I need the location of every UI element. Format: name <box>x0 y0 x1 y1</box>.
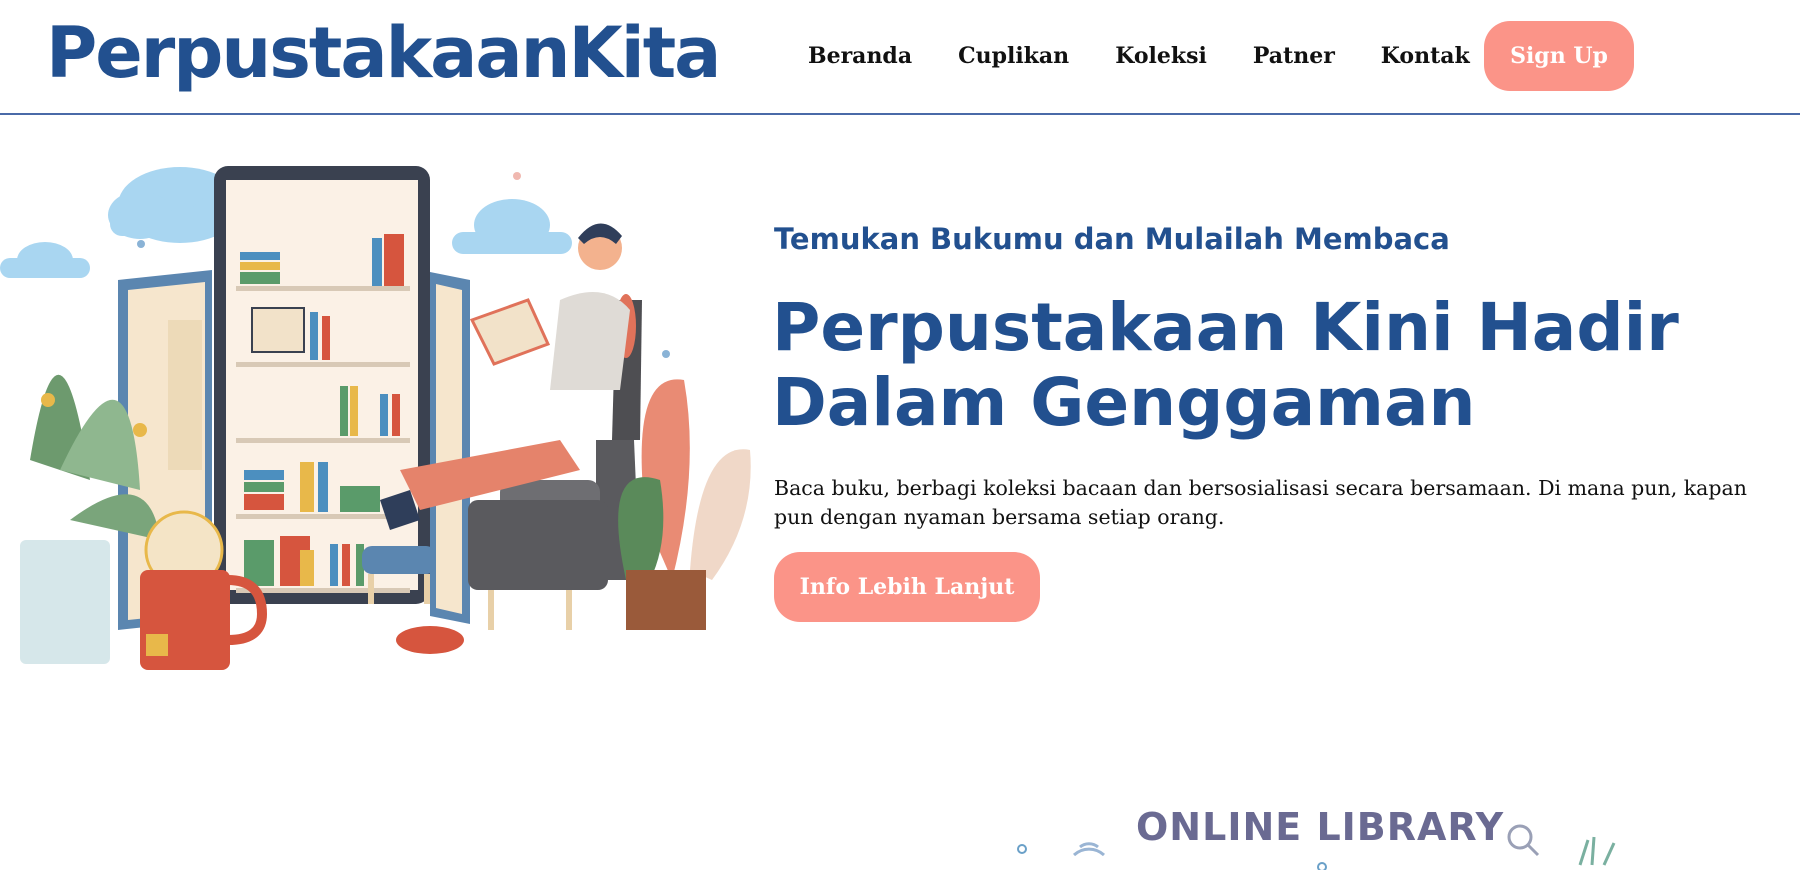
hero-illustration <box>0 140 770 700</box>
nav-link-cuplikan[interactable]: Cuplikan <box>958 43 1069 69</box>
main-nav: Beranda Cuplikan Koleksi Patner Kontak <box>808 20 1516 92</box>
more-info-button[interactable]: Info Lebih Lanjut <box>774 552 1040 622</box>
nav-link-patner[interactable]: Patner <box>1253 43 1335 69</box>
online-library-title: ONLINE LIBRARY <box>1136 805 1505 849</box>
hero-description: Baca buku, berbagi koleksi bacaan dan be… <box>774 476 1747 529</box>
brand-logo[interactable]: PerpustakaanKita <box>46 18 721 88</box>
nav-link-kontak[interactable]: Kontak <box>1381 43 1470 69</box>
nav-link-koleksi[interactable]: Koleksi <box>1115 43 1207 69</box>
hero-eyebrow: Temukan Bukumu dan Mulailah Membaca <box>774 222 1450 256</box>
site-header: PerpustakaanKita Beranda Cuplikan Koleks… <box>0 0 1800 115</box>
online-library-banner: ONLINE LIBRARY <box>1010 795 1630 870</box>
hero-title: Perpustakaan Kini Hadir Dalam Genggaman <box>772 289 1679 442</box>
signup-button[interactable]: Sign Up <box>1484 21 1634 91</box>
nav-link-beranda[interactable]: Beranda <box>808 43 912 69</box>
reading-illustration <box>0 166 751 670</box>
